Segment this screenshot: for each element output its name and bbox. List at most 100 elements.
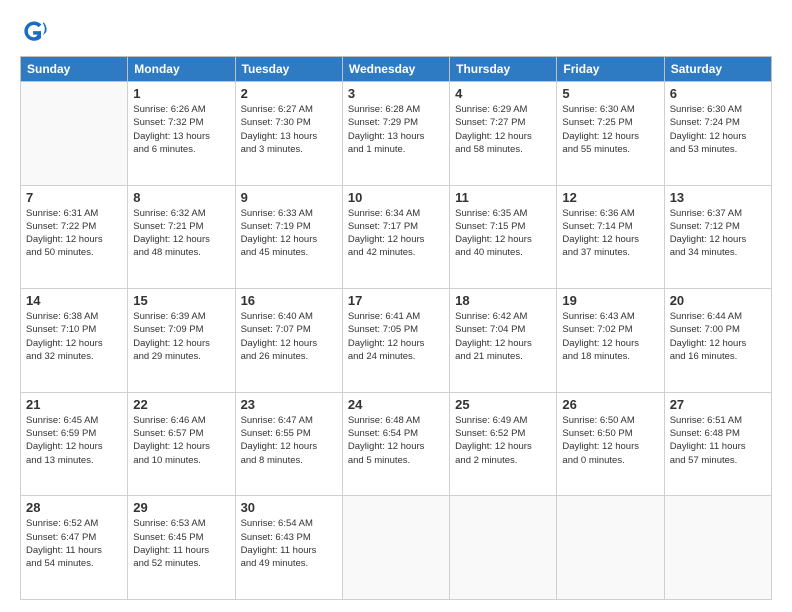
calendar-cell [450,496,557,600]
calendar-cell: 1 Sunrise: 6:26 AM Sunset: 7:32 PM Daylig… [128,82,235,186]
day-info: Sunrise: 6:40 AM Sunset: 7:07 PM Dayligh… [241,310,337,363]
day-number: 22 [133,397,229,412]
day-info: Sunrise: 6:53 AM Sunset: 6:45 PM Dayligh… [133,517,229,570]
calendar-cell: 29Sunrise: 6:53 AM Sunset: 6:45 PM Dayli… [128,496,235,600]
day-info: Sunrise: 6:50 AM Sunset: 6:50 PM Dayligh… [562,414,658,467]
calendar-cell: 18 Sunrise: 6:42 AM Sunset: 7:04 PM Dayli… [450,289,557,393]
calendar-cell: 7 Sunrise: 6:31 AM Sunset: 7:22 PM Daylig… [21,185,128,289]
day-header-tuesday: Tuesday [235,57,342,82]
calendar-cell: 27 Sunrise: 6:51 AM Sunset: 6:48 PM Dayli… [664,392,771,496]
calendar-cell: 13 Sunrise: 6:37 AM Sunset: 7:12 PM Dayli… [664,185,771,289]
calendar-cell: 28 Sunrise: 6:52 AM Sunset: 6:47 PM Dayli… [21,496,128,600]
day-info: Sunrise: 6:49 AM Sunset: 6:52 PM Dayligh… [455,414,551,467]
day-info: Sunrise: 6:38 AM Sunset: 7:10 PM Dayligh… [26,310,122,363]
day-number: 6 [670,86,766,101]
day-info: Sunrise: 6:30 AM Sunset: 7:24 PM Dayligh… [670,103,766,156]
day-info: Sunrise: 6:42 AM Sunset: 7:04 PM Dayligh… [455,310,551,363]
calendar-cell: 4 Sunrise: 6:29 AM Sunset: 7:27 PM Daylig… [450,82,557,186]
calendar-cell: 14 Sunrise: 6:38 AM Sunset: 7:10 PM Dayli… [21,289,128,393]
calendar-cell [664,496,771,600]
day-number: 12 [562,190,658,205]
day-header-wednesday: Wednesday [342,57,449,82]
day-info: Sunrise: 6:51 AM Sunset: 6:48 PM Dayligh… [670,414,766,467]
day-number: 28 [26,500,122,515]
day-number: 8 [133,190,229,205]
day-info: Sunrise: 6:43 AM Sunset: 7:02 PM Dayligh… [562,310,658,363]
calendar-cell: 8 Sunrise: 6:32 AM Sunset: 7:21 PM Daylig… [128,185,235,289]
calendar-body: 1 Sunrise: 6:26 AM Sunset: 7:32 PM Daylig… [21,82,772,600]
calendar-cell: 11Sunrise: 6:35 AM Sunset: 7:15 PM Dayli… [450,185,557,289]
day-info: Sunrise: 6:41 AM Sunset: 7:05 PM Dayligh… [348,310,444,363]
calendar-cell: 17Sunrise: 6:41 AM Sunset: 7:05 PM Dayli… [342,289,449,393]
day-info: Sunrise: 6:46 AM Sunset: 6:57 PM Dayligh… [133,414,229,467]
day-header-sunday: Sunday [21,57,128,82]
day-info: Sunrise: 6:30 AM Sunset: 7:25 PM Dayligh… [562,103,658,156]
day-number: 26 [562,397,658,412]
day-info: Sunrise: 6:37 AM Sunset: 7:12 PM Dayligh… [670,207,766,260]
day-number: 14 [26,293,122,308]
day-header-monday: Monday [128,57,235,82]
calendar-cell: 22 Sunrise: 6:46 AM Sunset: 6:57 PM Dayli… [128,392,235,496]
day-info: Sunrise: 6:31 AM Sunset: 7:22 PM Dayligh… [26,207,122,260]
days-of-week-row: SundayMondayTuesdayWednesdayThursdayFrid… [21,57,772,82]
day-number: 7 [26,190,122,205]
calendar-cell: 3Sunrise: 6:28 AM Sunset: 7:29 PM Daylig… [342,82,449,186]
day-info: Sunrise: 6:34 AM Sunset: 7:17 PM Dayligh… [348,207,444,260]
calendar-cell: 30Sunrise: 6:54 AM Sunset: 6:43 PM Dayli… [235,496,342,600]
calendar-cell [557,496,664,600]
day-number: 18 [455,293,551,308]
header [20,18,772,46]
day-info: Sunrise: 6:33 AM Sunset: 7:19 PM Dayligh… [241,207,337,260]
week-row-5: 28 Sunrise: 6:52 AM Sunset: 6:47 PM Dayli… [21,496,772,600]
day-number: 4 [455,86,551,101]
day-number: 1 [133,86,229,101]
day-info: Sunrise: 6:52 AM Sunset: 6:47 PM Dayligh… [26,517,122,570]
day-number: 23 [241,397,337,412]
day-number: 19 [562,293,658,308]
day-info: Sunrise: 6:45 AM Sunset: 6:59 PM Dayligh… [26,414,122,467]
day-number: 5 [562,86,658,101]
day-number: 27 [670,397,766,412]
calendar-cell: 20Sunrise: 6:44 AM Sunset: 7:00 PM Dayli… [664,289,771,393]
day-number: 9 [241,190,337,205]
calendar-cell: 26 Sunrise: 6:50 AM Sunset: 6:50 PM Dayli… [557,392,664,496]
day-info: Sunrise: 6:32 AM Sunset: 7:21 PM Dayligh… [133,207,229,260]
day-number: 24 [348,397,444,412]
day-number: 13 [670,190,766,205]
calendar-cell [342,496,449,600]
week-row-2: 7 Sunrise: 6:31 AM Sunset: 7:22 PM Daylig… [21,185,772,289]
calendar-cell: 24 Sunrise: 6:48 AM Sunset: 6:54 PM Dayli… [342,392,449,496]
day-header-thursday: Thursday [450,57,557,82]
calendar-cell: 19 Sunrise: 6:43 AM Sunset: 7:02 PM Dayli… [557,289,664,393]
calendar-cell: 9 Sunrise: 6:33 AM Sunset: 7:19 PM Daylig… [235,185,342,289]
calendar-header: SundayMondayTuesdayWednesdayThursdayFrid… [21,57,772,82]
logo-icon [20,18,48,46]
calendar-cell: 5 Sunrise: 6:30 AM Sunset: 7:25 PM Daylig… [557,82,664,186]
day-number: 15 [133,293,229,308]
day-info: Sunrise: 6:54 AM Sunset: 6:43 PM Dayligh… [241,517,337,570]
calendar-cell: 15 Sunrise: 6:39 AM Sunset: 7:09 PM Dayli… [128,289,235,393]
calendar-cell: 16 Sunrise: 6:40 AM Sunset: 7:07 PM Dayli… [235,289,342,393]
day-number: 21 [26,397,122,412]
day-info: Sunrise: 6:27 AM Sunset: 7:30 PM Dayligh… [241,103,337,156]
day-number: 16 [241,293,337,308]
day-info: Sunrise: 6:29 AM Sunset: 7:27 PM Dayligh… [455,103,551,156]
day-info: Sunrise: 6:39 AM Sunset: 7:09 PM Dayligh… [133,310,229,363]
day-header-saturday: Saturday [664,57,771,82]
calendar-cell: 12Sunrise: 6:36 AM Sunset: 7:14 PM Dayli… [557,185,664,289]
day-number: 20 [670,293,766,308]
week-row-1: 1 Sunrise: 6:26 AM Sunset: 7:32 PM Daylig… [21,82,772,186]
day-number: 2 [241,86,337,101]
logo [20,18,52,46]
calendar-cell: 23 Sunrise: 6:47 AM Sunset: 6:55 PM Dayli… [235,392,342,496]
calendar-cell: 25Sunrise: 6:49 AM Sunset: 6:52 PM Dayli… [450,392,557,496]
calendar-cell: 6 Sunrise: 6:30 AM Sunset: 7:24 PM Daylig… [664,82,771,186]
day-info: Sunrise: 6:48 AM Sunset: 6:54 PM Dayligh… [348,414,444,467]
day-info: Sunrise: 6:47 AM Sunset: 6:55 PM Dayligh… [241,414,337,467]
day-number: 10 [348,190,444,205]
calendar-cell [21,82,128,186]
day-info: Sunrise: 6:26 AM Sunset: 7:32 PM Dayligh… [133,103,229,156]
calendar-cell: 2 Sunrise: 6:27 AM Sunset: 7:30 PM Daylig… [235,82,342,186]
day-header-friday: Friday [557,57,664,82]
calendar-cell: 10 Sunrise: 6:34 AM Sunset: 7:17 PM Dayli… [342,185,449,289]
